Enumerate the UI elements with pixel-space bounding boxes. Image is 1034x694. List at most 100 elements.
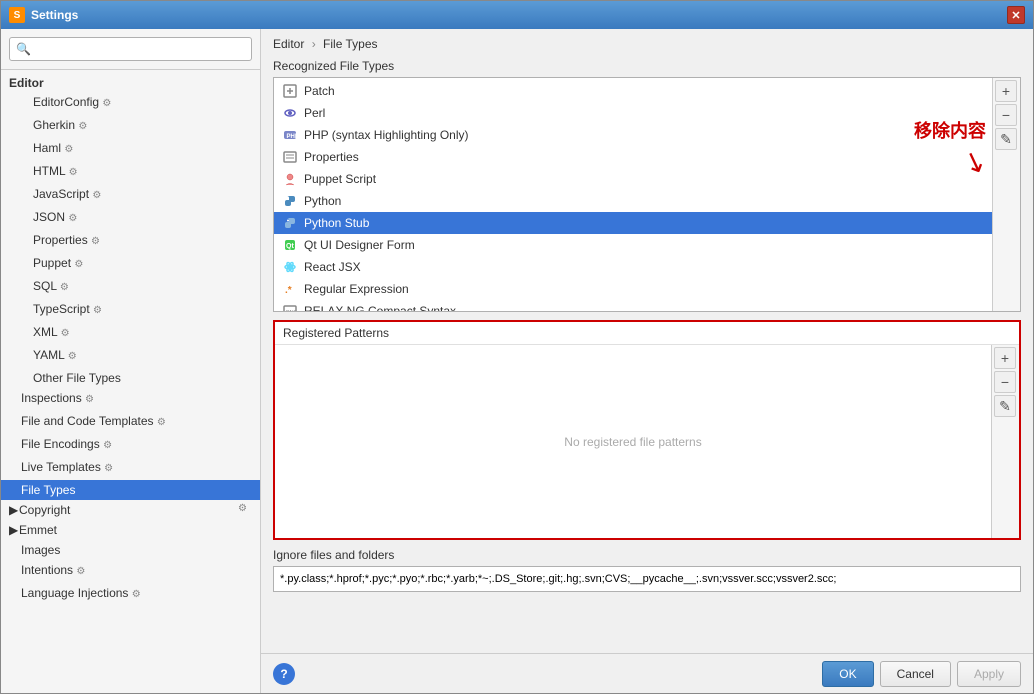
file-type-react-label: React JSX bbox=[304, 260, 361, 274]
sidebar-item-images[interactable]: Images bbox=[1, 540, 260, 560]
edit-file-type-button[interactable]: ✎ bbox=[995, 128, 1017, 150]
file-types-panel: Patch Perl bbox=[273, 77, 1021, 312]
sidebar-item-file-types[interactable]: File Types bbox=[1, 480, 260, 500]
sidebar-item-typescript[interactable]: TypeScript ⚙ bbox=[1, 299, 260, 322]
title-bar-left: S Settings bbox=[9, 7, 78, 23]
ignore-input[interactable] bbox=[273, 566, 1021, 592]
sidebar-item-sql[interactable]: SQL ⚙ bbox=[1, 276, 260, 299]
sidebar-item-language-injections[interactable]: Language Injections ⚙ bbox=[1, 583, 260, 606]
gear-icon: ⚙ bbox=[76, 566, 90, 580]
python-icon bbox=[282, 193, 298, 209]
svg-text:.*: .* bbox=[285, 285, 292, 296]
add-file-type-button[interactable]: + bbox=[995, 80, 1017, 102]
file-type-properties[interactable]: Properties bbox=[274, 146, 992, 168]
gear-icon: ⚙ bbox=[85, 394, 99, 408]
title-bar: S Settings ✕ bbox=[1, 1, 1033, 29]
expand-icon: ▶ bbox=[9, 523, 19, 537]
file-type-puppet-label: Puppet Script bbox=[304, 172, 376, 186]
close-button[interactable]: ✕ bbox=[1007, 6, 1025, 24]
sidebar-root-label: Editor bbox=[1, 70, 260, 92]
file-type-php[interactable]: PHP PHP (syntax Highlighting Only) bbox=[274, 124, 992, 146]
sidebar-item-inspections[interactable]: Inspections ⚙ bbox=[1, 388, 260, 411]
help-button[interactable]: ? bbox=[273, 663, 295, 685]
react-icon bbox=[282, 259, 298, 275]
main-content-area: Editor EditorConfig ⚙ Gherkin ⚙ Haml ⚙ bbox=[1, 29, 1033, 693]
file-type-python[interactable]: Python bbox=[274, 190, 992, 212]
relax-icon: RNG bbox=[282, 303, 298, 311]
sidebar-item-json[interactable]: JSON ⚙ bbox=[1, 207, 260, 230]
add-pattern-button[interactable]: + bbox=[994, 347, 1016, 369]
edit-pattern-button[interactable]: ✎ bbox=[994, 395, 1016, 417]
file-type-regex[interactable]: .* Regular Expression bbox=[274, 278, 992, 300]
breadcrumb-current: File Types bbox=[323, 37, 377, 51]
gear-icon: ⚙ bbox=[103, 440, 117, 454]
regex-icon: .* bbox=[282, 281, 298, 297]
sidebar-item-xml[interactable]: XML ⚙ bbox=[1, 322, 260, 345]
sidebar-item-properties[interactable]: Properties ⚙ bbox=[1, 230, 260, 253]
gear-icon: ⚙ bbox=[68, 213, 82, 227]
recognized-file-types-label: Recognized File Types bbox=[273, 59, 1021, 73]
php-icon: PHP bbox=[282, 127, 298, 143]
search-input[interactable] bbox=[9, 37, 252, 61]
ok-button[interactable]: OK bbox=[822, 661, 873, 687]
remove-file-type-button[interactable]: − bbox=[995, 104, 1017, 126]
sidebar-item-emmet[interactable]: ▶ Emmet bbox=[1, 520, 260, 540]
cancel-button[interactable]: Cancel bbox=[880, 661, 951, 687]
gear-icon: ⚙ bbox=[92, 190, 106, 204]
main-content: Recognized File Types Patch bbox=[261, 59, 1033, 653]
file-type-qt-ui[interactable]: Qt Qt UI Designer Form bbox=[274, 234, 992, 256]
gear-icon: ⚙ bbox=[93, 305, 107, 319]
breadcrumb: Editor › File Types bbox=[261, 29, 1033, 59]
sidebar-item-yaml[interactable]: YAML ⚙ bbox=[1, 345, 260, 368]
sidebar-item-gherkin[interactable]: Gherkin ⚙ bbox=[1, 115, 260, 138]
registered-patterns-panel: Registered Patterns No registered file p… bbox=[273, 320, 1021, 540]
file-type-react[interactable]: React JSX bbox=[274, 256, 992, 278]
registered-patterns-label: Registered Patterns bbox=[275, 322, 1019, 345]
file-type-patch[interactable]: Patch bbox=[274, 80, 992, 102]
gear-icon: ⚙ bbox=[68, 351, 82, 365]
sidebar-item-puppet[interactable]: Puppet ⚙ bbox=[1, 253, 260, 276]
remove-pattern-button[interactable]: − bbox=[994, 371, 1016, 393]
app-icon: S bbox=[9, 7, 25, 23]
file-type-relax-label: RELAX NG Compact Syntax bbox=[304, 304, 456, 311]
gear-icon: ⚙ bbox=[102, 98, 116, 112]
sidebar-item-intentions[interactable]: Intentions ⚙ bbox=[1, 560, 260, 583]
file-type-python-stub[interactable]: Python Stub bbox=[274, 212, 992, 234]
file-type-relax[interactable]: RNG RELAX NG Compact Syntax bbox=[274, 300, 992, 311]
gear-icon: ⚙ bbox=[64, 144, 78, 158]
file-types-side-buttons: + − ✎ bbox=[992, 78, 1020, 311]
file-type-patch-label: Patch bbox=[304, 84, 335, 98]
gear-icon: ⚙ bbox=[60, 282, 74, 296]
file-types-list[interactable]: Patch Perl bbox=[274, 78, 992, 311]
gear-icon: ⚙ bbox=[69, 167, 83, 181]
sidebar-item-live-templates[interactable]: Live Templates ⚙ bbox=[1, 457, 260, 480]
sidebar-item-editorconfig[interactable]: EditorConfig ⚙ bbox=[1, 92, 260, 115]
gear-icon: ⚙ bbox=[104, 463, 118, 477]
qt-icon: Qt bbox=[282, 237, 298, 253]
sidebar: Editor EditorConfig ⚙ Gherkin ⚙ Haml ⚙ bbox=[1, 29, 261, 693]
sidebar-item-html[interactable]: HTML ⚙ bbox=[1, 161, 260, 184]
file-type-regex-label: Regular Expression bbox=[304, 282, 409, 296]
ignore-section: Ignore files and folders bbox=[273, 548, 1021, 592]
file-type-perl-label: Perl bbox=[304, 106, 325, 120]
gear-icon: ⚙ bbox=[132, 589, 146, 603]
sidebar-item-file-and-code-templates[interactable]: File and Code Templates ⚙ bbox=[1, 411, 260, 434]
svg-text:PHP: PHP bbox=[287, 134, 298, 140]
file-type-python-stub-label: Python Stub bbox=[304, 216, 369, 230]
sidebar-item-other-file-types[interactable]: Other File Types bbox=[1, 368, 260, 388]
file-type-puppet[interactable]: Puppet Script bbox=[274, 168, 992, 190]
sidebar-item-javascript[interactable]: JavaScript ⚙ bbox=[1, 184, 260, 207]
sidebar-item-copyright[interactable]: ▶ Copyright ⚙ bbox=[1, 500, 260, 520]
file-type-perl[interactable]: Perl bbox=[274, 102, 992, 124]
breadcrumb-parent: Editor bbox=[273, 37, 304, 51]
search-box bbox=[1, 29, 260, 70]
sidebar-item-haml[interactable]: Haml ⚙ bbox=[1, 138, 260, 161]
patch-icon bbox=[282, 83, 298, 99]
sidebar-tree: EditorConfig ⚙ Gherkin ⚙ Haml ⚙ HTML ⚙ bbox=[1, 92, 260, 693]
window-title: Settings bbox=[31, 8, 78, 22]
file-type-python-label: Python bbox=[304, 194, 341, 208]
apply-button[interactable]: Apply bbox=[957, 661, 1021, 687]
sidebar-item-file-encodings[interactable]: File Encodings ⚙ bbox=[1, 434, 260, 457]
file-types-outer: Patch Perl bbox=[273, 77, 1021, 312]
svg-text:Qt: Qt bbox=[286, 243, 294, 250]
